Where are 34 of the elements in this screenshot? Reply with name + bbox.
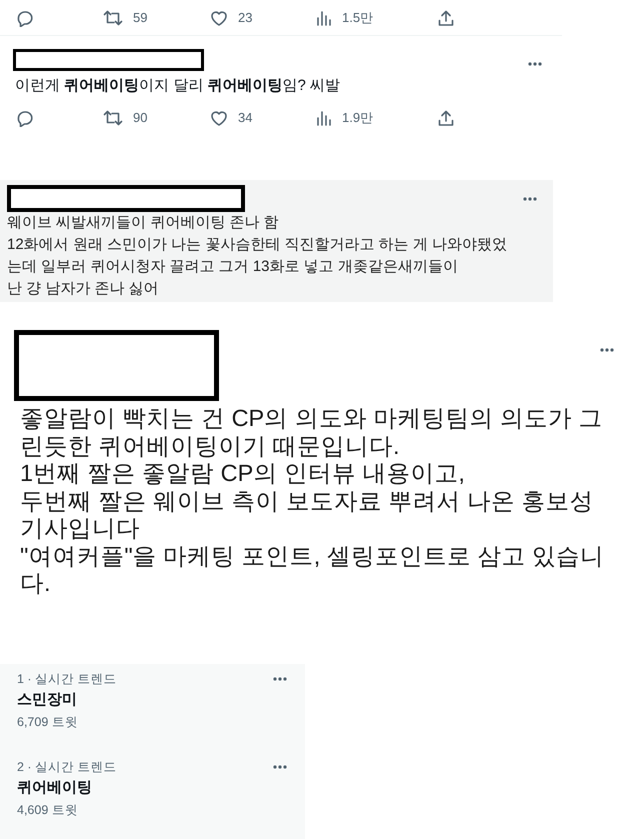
speech-bubble-icon [16, 8, 34, 26]
reply-text: 이런게 퀴어베이팅이지 달리 퀴어베이팅임? 씨발 [14, 76, 342, 96]
more-icon[interactable] [600, 348, 614, 352]
trend-rank: 2 · 실시간 트렌드 [17, 758, 117, 774]
reply-text: 웨이브 씨발새끼들이 퀴어베이팅 존나 함 12화에서 원래 스민이가 나는 꽃사슴한테 직진할거라고 하는 게 나와야됐었는데 일부러 퀴어시청자 끌려고 그거 13화로 넣고 개좆같은새끼들이 난 걍 남자가 존나 싫어 [6, 213, 508, 299]
like-button[interactable]: 23 [210, 8, 252, 28]
trend-rank: 1 · 실시간 트렌드 [17, 671, 117, 687]
reply-button[interactable] [16, 8, 34, 26]
bar-chart-icon [316, 8, 332, 26]
more-icon[interactable] [273, 677, 287, 681]
trend-name[interactable]: 스민장미 [17, 690, 77, 710]
views-button[interactable]: 1.5만 [316, 8, 374, 28]
views-button[interactable]: 1.9만 [316, 108, 374, 128]
share-icon [437, 8, 455, 26]
speech-bubble-icon [16, 109, 34, 127]
retweet-button[interactable]: 90 [103, 108, 148, 128]
retweet-icon [103, 8, 123, 26]
tweet-count: 4,609 트윗 [17, 802, 78, 818]
bar-chart-icon [316, 109, 332, 127]
more-icon[interactable] [523, 197, 537, 201]
like-button[interactable]: 34 [210, 108, 252, 128]
trend-name[interactable]: 퀴어베이팅 [17, 778, 92, 798]
share-button[interactable] [437, 109, 455, 127]
heart-icon [210, 109, 228, 127]
share-icon [437, 109, 455, 127]
heart-icon [210, 8, 228, 26]
post-text: 좋알람이 빡치는 건 CP의 의도와 마케팅팀의 의도가 그린듯한 퀴어베이팅이기 때문입니다. 1번째 짤은 좋알람 CP의 인터뷰 내용이고, 두번째 짤은 웨이브 측이 보도자료 뿌려서 나온 홍보성 기사입니다 "여여커플"을 마케팅 포인트, 셀링포인트로 삼고 있습니다. [19, 405, 605, 598]
tweet-count: 6,709 트윗 [17, 714, 78, 730]
retweet-button[interactable]: 59 [103, 8, 148, 28]
reply-button[interactable] [16, 109, 34, 127]
share-button[interactable] [437, 8, 455, 26]
more-icon[interactable] [528, 62, 542, 66]
more-icon[interactable] [273, 764, 287, 768]
retweet-icon [103, 109, 123, 127]
